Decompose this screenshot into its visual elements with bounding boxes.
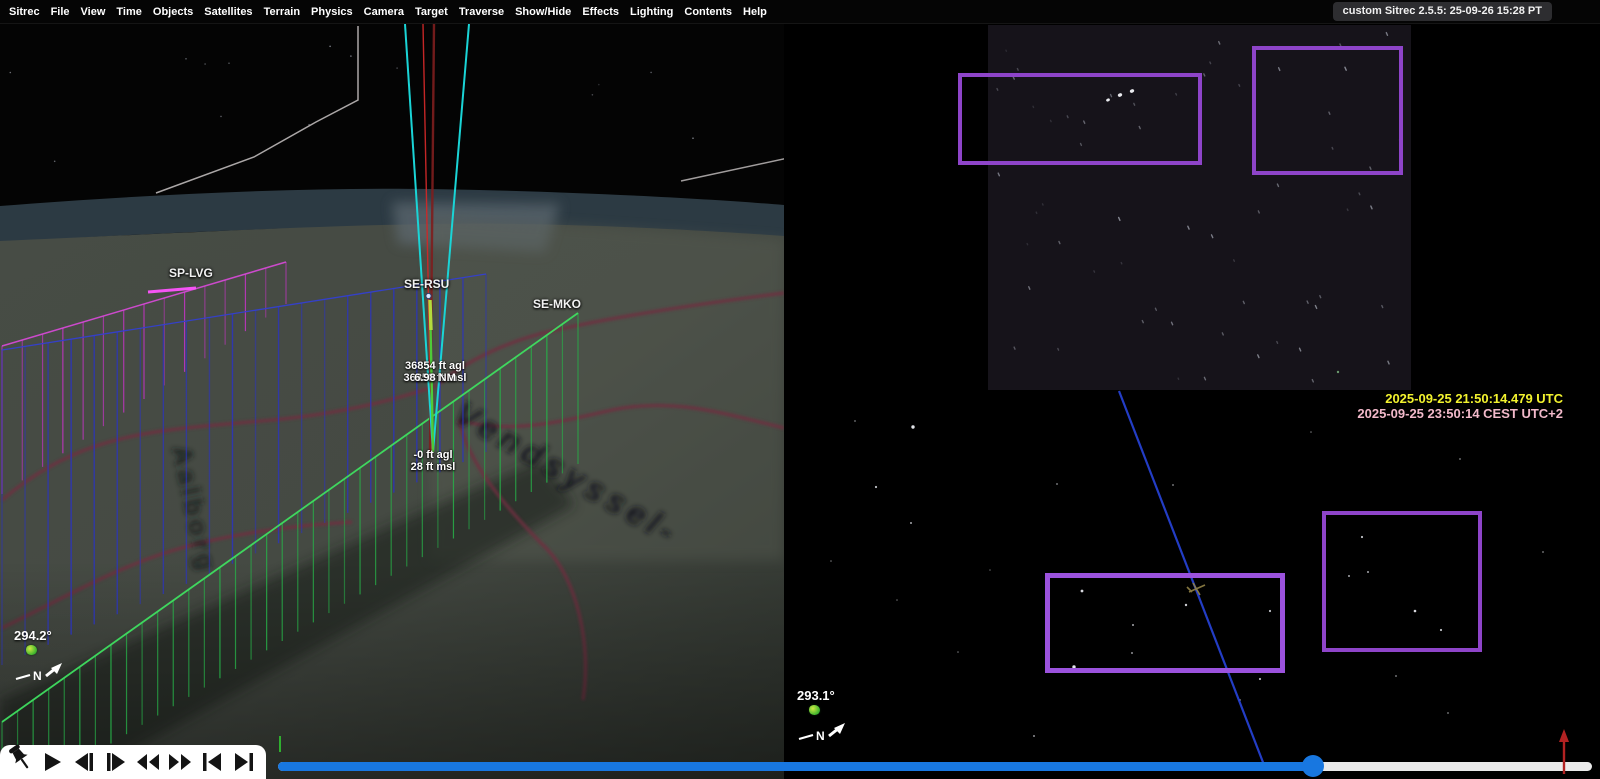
keyframe-marker — [279, 736, 281, 752]
ground-altitude-label: -0 ft agl 28 ft msl — [395, 449, 471, 473]
menu-item-time[interactable]: Time — [116, 6, 141, 18]
event-marker-icon — [1558, 728, 1570, 776]
sky-viewport[interactable]: 2025-09-25 21:50:14.479 UTC 2025-09-25 2… — [784, 24, 1600, 779]
timeline-progress — [278, 762, 1313, 771]
menu-item-camera[interactable]: Camera — [364, 6, 404, 18]
track-label-se-mko: SE-MKO — [533, 297, 581, 311]
coastline — [156, 26, 358, 193]
timestamp-utc: 2025-09-25 21:50:14.479 UTC — [1385, 391, 1563, 406]
timeline-thumb[interactable] — [1302, 755, 1324, 777]
annotation-box-2 — [1252, 46, 1403, 175]
menu-item-terrain[interactable]: Terrain — [264, 6, 300, 18]
menu-item-satellites[interactable]: Satellites — [204, 6, 252, 18]
compass-right: 293.1° N — [797, 688, 849, 749]
timeline-slider[interactable] — [278, 757, 1592, 775]
svg-text:N: N — [816, 729, 825, 743]
compass-heading: 293.1° — [797, 688, 849, 703]
menu-item-objects[interactable]: Objects — [153, 6, 193, 18]
north-arrow-icon: N — [797, 720, 849, 744]
track-label-se-rsu: SE-RSU — [404, 277, 449, 291]
jump-start-button[interactable] — [198, 748, 226, 776]
timestamp-local: 2025-09-25 23:50:14 CEST UTC+2 — [1357, 406, 1563, 421]
map-3d-viewport[interactable]: Aalborg Vendsyssel- SP-LVG SE-RSU SE-MKO — [0, 24, 784, 779]
frame-back-button[interactable] — [70, 748, 98, 776]
playback-toolbar — [0, 745, 266, 779]
menu-item-target[interactable]: Target — [415, 6, 448, 18]
ground-msl: 28 ft msl — [395, 461, 471, 473]
version-badge: custom Sitrec 2.5.5: 25-09-26 15:28 PT — [1333, 2, 1552, 21]
track-label-sp-lvg: SP-LVG — [169, 266, 213, 280]
camera-position-marker — [26, 645, 37, 655]
rewind-button[interactable] — [134, 748, 162, 776]
svg-text:N: N — [33, 669, 42, 683]
menu-item-view[interactable]: View — [81, 6, 106, 18]
compass-heading: 294.2° — [14, 628, 66, 643]
menu-item-traverse[interactable]: Traverse — [459, 6, 504, 18]
annotation-box-4 — [1322, 511, 1482, 652]
annotation-box-3 — [1045, 573, 1285, 673]
menu-item-contents[interactable]: Contents — [684, 6, 732, 18]
coastline-right — [681, 158, 784, 181]
fast-forward-button[interactable] — [166, 748, 194, 776]
pin-button[interactable] — [4, 742, 36, 776]
menu-item-physics[interactable]: Physics — [311, 6, 353, 18]
menu-item-lighting[interactable]: Lighting — [630, 6, 673, 18]
compass-left: 294.2° N — [14, 628, 66, 689]
menu-item-show-hide[interactable]: Show/Hide — [515, 6, 571, 18]
menu-item-sitrec[interactable]: Sitrec — [9, 6, 40, 18]
jump-end-button[interactable] — [230, 748, 258, 776]
play-button[interactable] — [38, 748, 66, 776]
target-altitude-label: 36854 ft agl 36858 ft msl 6.98 NM — [383, 360, 487, 384]
frame-forward-button[interactable] — [102, 748, 130, 776]
menu-item-file[interactable]: File — [51, 6, 70, 18]
menu-item-help[interactable]: Help — [743, 6, 767, 18]
ground-agl: -0 ft agl — [395, 449, 471, 461]
altitude-agl: 36854 ft agl — [383, 360, 487, 372]
sitrec-app: Sitrec File View Time Objects Satellites… — [0, 0, 1600, 779]
range-nm-overlay: 6.98 NM — [383, 372, 487, 384]
annotation-box-1 — [958, 73, 1202, 165]
north-arrow-icon: N — [14, 660, 66, 684]
target-aircraft-marker — [426, 293, 431, 298]
map-3d-scene: Aalborg Vendsyssel- — [0, 24, 784, 779]
menu-item-effects[interactable]: Effects — [582, 6, 619, 18]
camera-position-marker — [809, 705, 820, 715]
